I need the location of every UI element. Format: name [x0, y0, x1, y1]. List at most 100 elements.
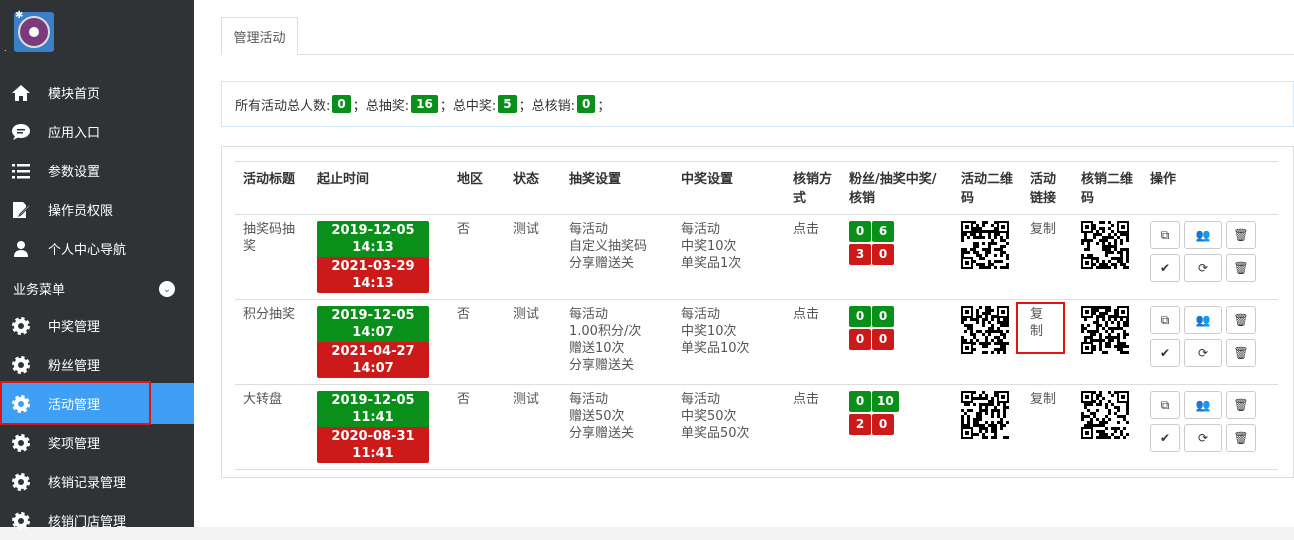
col-period: 起止时间	[309, 161, 449, 215]
home-icon	[10, 82, 32, 104]
sidebar-item-prizes-won[interactable]: 中奖管理	[0, 306, 194, 345]
sidebar-item-label: 应用入口	[48, 126, 101, 141]
region: 否	[449, 299, 505, 385]
sidebar-item-label: 核销记录管理	[48, 476, 127, 491]
region: 否	[449, 214, 505, 300]
refresh-icon[interactable]: ⟳	[1184, 339, 1222, 367]
draw-line: 分享赠送关	[569, 256, 635, 271]
activity-qr-code	[961, 221, 1009, 269]
draw-line: 分享赠送关	[569, 426, 635, 441]
verify-method: 点击	[785, 214, 841, 300]
sidebar-item-home[interactable]: 模块首页	[0, 73, 194, 112]
chevron-down-icon[interactable]: ⌄	[159, 281, 175, 297]
activity-table-panel: 活动标题 起止时间 地区 状态 抽奖设置 中奖设置 核销方式 粉丝/抽奖中奖/核…	[221, 146, 1294, 478]
verified-count: 0	[872, 244, 894, 265]
sidebar-item-operators[interactable]: 操作员权限	[0, 190, 194, 229]
highlight-annotation	[0, 381, 151, 425]
draw-settings: 每活动 1.00积分/次 赠送10次 分享赠送关	[561, 299, 673, 385]
start-time: 2019-12-05 14:13	[317, 221, 429, 257]
copy-link-button[interactable]: 复制	[1016, 302, 1065, 354]
stat-total-wins: 5	[498, 95, 517, 113]
col-verify-qr: 核销二维码	[1073, 161, 1142, 215]
trash-icon[interactable]: 🗑	[1226, 391, 1256, 419]
copy-icon[interactable]: ⧉	[1150, 221, 1180, 249]
list-icon	[10, 160, 32, 182]
win-line: 每活动	[681, 392, 721, 407]
col-activity-link: 活动链接	[1022, 161, 1073, 215]
users-icon[interactable]: 👥	[1184, 306, 1222, 334]
gear-icon	[10, 315, 32, 337]
tab-manage-activities[interactable]: 管理活动	[221, 17, 298, 55]
check-icon[interactable]: ✔	[1150, 254, 1180, 282]
refresh-icon[interactable]: ⟳	[1184, 424, 1222, 452]
refresh-icon[interactable]: ⟳	[1184, 254, 1222, 282]
copy-icon[interactable]: ⧉	[1150, 391, 1180, 419]
sidebar-item-label: 粉丝管理	[48, 359, 101, 374]
sidebar-item-label: 个人中心导航	[48, 243, 127, 258]
sidebar-item-profile-nav[interactable]: 个人中心导航	[0, 229, 194, 268]
tab-bar-line	[221, 54, 1294, 55]
trash-icon[interactable]: 🗑	[1226, 221, 1256, 249]
col-status: 状态	[505, 161, 561, 215]
fans-count: 0	[849, 306, 871, 327]
wins-count: 3	[849, 244, 871, 265]
sidebar-section-business[interactable]: 业务菜单 ⌄	[0, 276, 194, 300]
draw-line: 每活动	[569, 222, 609, 237]
start-time: 2019-12-05 11:41	[317, 391, 429, 427]
app-logo[interactable]: ✱	[14, 10, 54, 52]
win-settings: 每活动 中奖10次 单奖品1次	[673, 214, 785, 300]
stats-bar: 所有活动总人数: 0 ；总抽奖: 16 ；总中奖: 5 ；总核销: 0 ；	[221, 81, 1294, 127]
check-icon[interactable]: ✔	[1150, 339, 1180, 367]
sidebar-item-label: 核销门店管理	[48, 515, 127, 530]
draw-settings: 每活动 赠送50次 分享赠送关	[561, 384, 673, 470]
users-icon[interactable]: 👥	[1184, 391, 1222, 419]
draws-count: 0	[872, 306, 894, 327]
sidebar-item-verify-records[interactable]: 核销记录管理	[0, 462, 194, 501]
gear-icon	[10, 510, 32, 532]
end-time: 2020-08-31 11:41	[317, 427, 429, 463]
win-line: 中奖50次	[681, 409, 737, 424]
draw-settings: 每活动 自定义抽奖码 分享赠送关	[561, 214, 673, 300]
check-icon[interactable]: ✔	[1150, 424, 1180, 452]
sidebar-item-verify-stores[interactable]: 核销门店管理	[0, 501, 194, 540]
draw-line: 赠送50次	[569, 409, 625, 424]
col-fans-stats: 粉丝/抽奖中奖/核销	[841, 161, 953, 215]
fans-count: 0	[849, 221, 871, 242]
fans-count: 0	[849, 391, 871, 412]
users-icon[interactable]: 👥	[1184, 221, 1222, 249]
win-line: 每活动	[681, 307, 721, 322]
status: 测试	[505, 299, 561, 385]
fans-stats: 0 10 20	[841, 384, 953, 470]
verified-count: 0	[872, 329, 894, 350]
activity-qr-code	[961, 306, 1009, 354]
sidebar-item-awards[interactable]: 奖项管理	[0, 423, 194, 462]
sidebar-item-label: 参数设置	[48, 165, 101, 180]
win-line: 单奖品50次	[681, 426, 750, 441]
table-row: 抽奖码抽奖 2019-12-05 14:13 2021-03-29 14:13 否…	[235, 214, 1278, 300]
fans-stats: 00 00	[841, 299, 953, 385]
activity-qr-code	[961, 391, 1009, 439]
sidebar-item-entry[interactable]: 应用入口	[0, 112, 194, 151]
copy-link-button[interactable]: 复制	[1030, 221, 1056, 238]
draw-line: 赠送10次	[569, 341, 625, 356]
copy-link-button[interactable]: 复制	[1030, 391, 1056, 408]
row-actions: ⧉ 👥 🗑 ✔ ⟳ 🗑	[1150, 391, 1270, 452]
sidebar-item-params[interactable]: 参数设置	[0, 151, 194, 190]
verify-qr-code	[1081, 221, 1129, 269]
delete-icon[interactable]: 🗑	[1226, 254, 1256, 282]
verify-method: 点击	[785, 299, 841, 385]
copy-icon[interactable]: ⧉	[1150, 306, 1180, 334]
delete-icon[interactable]: 🗑	[1226, 339, 1256, 367]
col-draw-settings: 抽奖设置	[561, 161, 673, 215]
delete-icon[interactable]: 🗑	[1226, 424, 1256, 452]
sidebar-item-label: 模块首页	[48, 87, 101, 102]
activity-title: 积分抽奖	[235, 299, 309, 385]
stat-label: ；总抽奖:	[352, 98, 410, 114]
trash-icon[interactable]: 🗑	[1226, 306, 1256, 334]
activity-title: 大转盘	[235, 384, 309, 470]
col-actions: 操作	[1142, 161, 1278, 215]
sidebar-item-fans[interactable]: 粉丝管理	[0, 345, 194, 384]
stat-total-verified: 0	[576, 95, 596, 113]
edit-icon	[10, 199, 32, 221]
table-row: 大转盘 2019-12-05 11:41 2020-08-31 11:41 否 测…	[235, 384, 1278, 470]
